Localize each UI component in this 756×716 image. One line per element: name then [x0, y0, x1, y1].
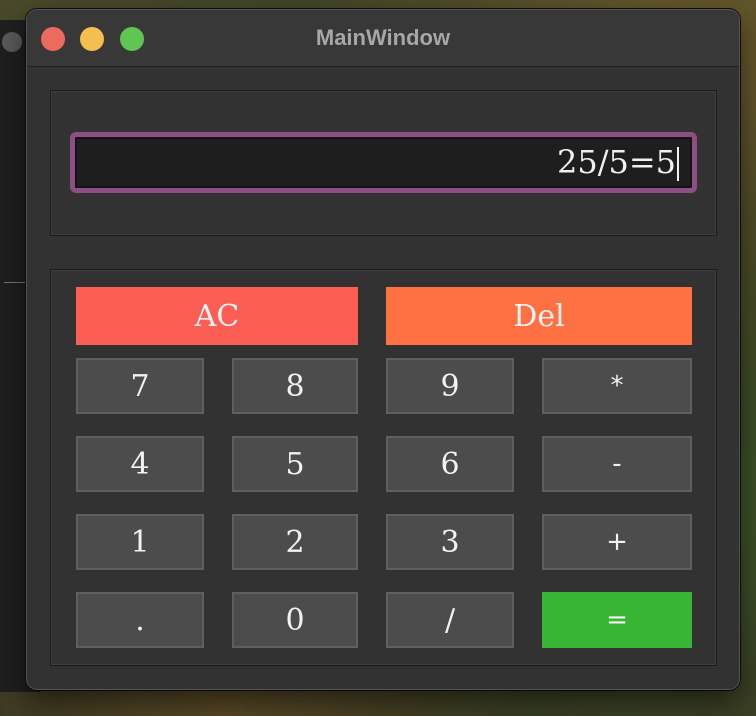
- delete-button[interactable]: Del: [386, 287, 692, 345]
- digit-3-button[interactable]: 3: [386, 514, 514, 570]
- all-clear-button[interactable]: AC: [76, 287, 358, 345]
- display-text: 25/5=5: [556, 143, 676, 181]
- digit-8-button[interactable]: 8: [232, 358, 358, 414]
- subtract-button[interactable]: -: [542, 436, 692, 492]
- keypad: AC Del 7 8 9 * 4 5 6 - 1 2 3 + . 0 / =: [50, 269, 717, 666]
- digit-6-button[interactable]: 6: [386, 436, 514, 492]
- digit-5-button[interactable]: 5: [232, 436, 358, 492]
- digit-0-button[interactable]: 0: [232, 592, 358, 648]
- background-window-button: [2, 32, 22, 52]
- divide-button[interactable]: /: [386, 592, 514, 648]
- text-caret: [677, 147, 679, 181]
- equals-button[interactable]: =: [542, 592, 692, 648]
- digit-7-button[interactable]: 7: [76, 358, 204, 414]
- digit-1-button[interactable]: 1: [76, 514, 204, 570]
- digit-4-button[interactable]: 4: [76, 436, 204, 492]
- main-window: MainWindow 25/5=5 AC Del 7 8 9 * 4 5 6 -…: [26, 9, 740, 690]
- add-button[interactable]: +: [542, 514, 692, 570]
- multiply-button[interactable]: *: [542, 358, 692, 414]
- decimal-point-button[interactable]: .: [76, 592, 204, 648]
- digit-9-button[interactable]: 9: [386, 358, 514, 414]
- title-bar[interactable]: MainWindow: [27, 10, 739, 67]
- calculator-display[interactable]: 25/5=5: [70, 132, 697, 193]
- digit-2-button[interactable]: 2: [232, 514, 358, 570]
- display-frame: 25/5=5: [50, 90, 717, 236]
- window-title: MainWindow: [315, 25, 451, 50]
